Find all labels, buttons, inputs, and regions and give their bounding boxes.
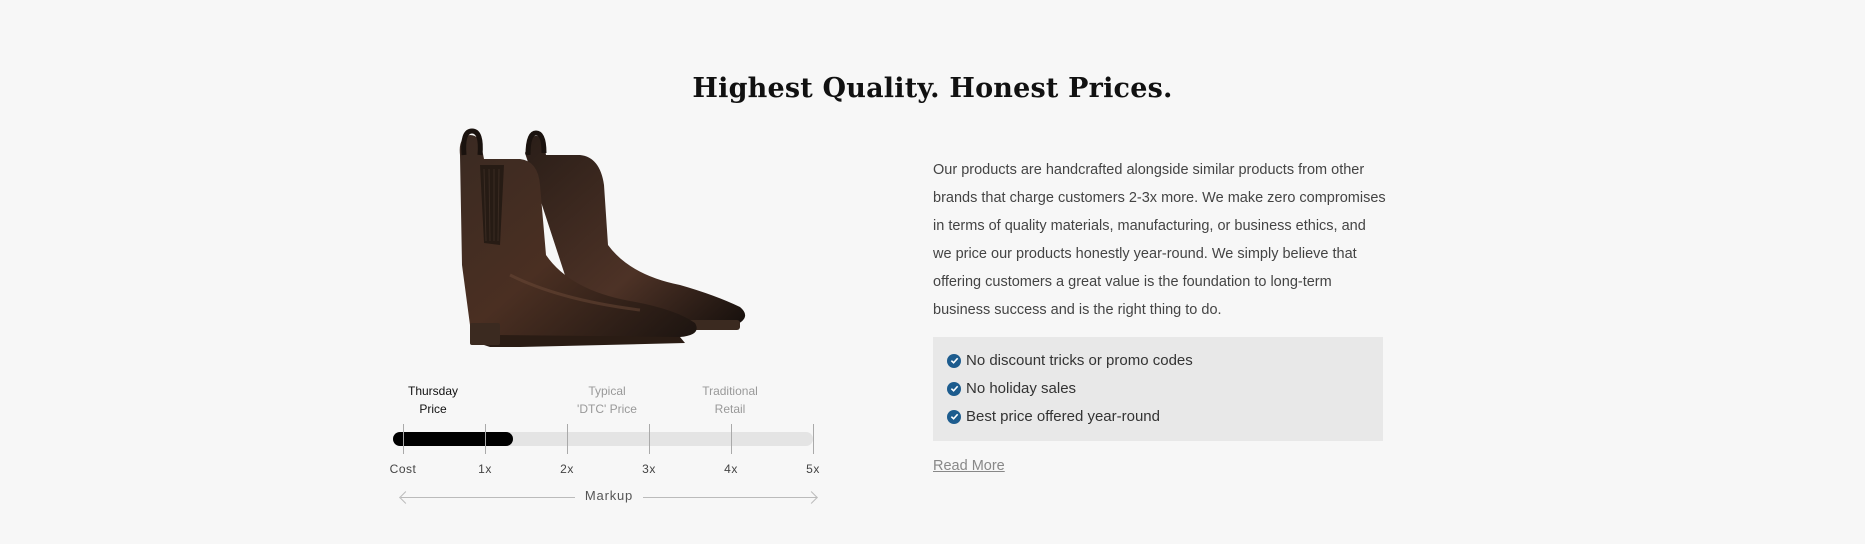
check-circle-icon xyxy=(947,353,961,368)
tick-label-3x: 3x xyxy=(642,462,656,476)
markup-fill xyxy=(393,432,513,446)
tick-label-1x: 1x xyxy=(478,462,492,476)
description-text: Our products are handcrafted alongside s… xyxy=(933,162,1386,318)
scale-label-line1: Thursday xyxy=(407,384,459,398)
markup-axis: Markup xyxy=(399,488,819,508)
markup-track xyxy=(393,432,813,446)
tick-1x xyxy=(485,424,486,454)
tick-label-cost: Cost xyxy=(389,462,417,476)
feature-item: No discount tricks or promo codes xyxy=(947,352,1193,369)
check-circle-icon xyxy=(947,409,961,424)
markup-label: Markup xyxy=(399,488,819,503)
scale-label-line2: Price xyxy=(419,402,447,416)
feature-item: Best price offered year-round xyxy=(947,408,1160,425)
section-title: Highest Quality. Honest Prices. xyxy=(692,73,1173,105)
feature-label: Best price offered year-round xyxy=(966,408,1160,425)
feature-label: No holiday sales xyxy=(966,380,1077,397)
feature-label: No discount tricks or promo codes xyxy=(966,352,1193,369)
read-more-link[interactable]: Read More xyxy=(933,458,1005,474)
tick-5x xyxy=(813,424,814,454)
features-panel: No discount tricks or promo codes No hol… xyxy=(933,337,1383,441)
chelsea-boot-icon xyxy=(459,128,746,347)
scale-label-thursday: Thursday Price xyxy=(378,382,488,418)
scale-label-line2: Retail xyxy=(714,402,746,416)
scale-label-line1: Typical xyxy=(588,384,626,398)
markup-scale: Thursday Price Typical 'DTC' Price Tradi… xyxy=(385,378,825,518)
markup-label-text: Markup xyxy=(574,488,644,503)
check-circle-icon xyxy=(947,381,961,396)
tick-label-2x: 2x xyxy=(560,462,574,476)
scale-label-line2: 'DTC' Price xyxy=(577,402,637,416)
tick-label-4x: 4x xyxy=(724,462,738,476)
tick-3x xyxy=(649,424,650,454)
tick-2x xyxy=(567,424,568,454)
product-image xyxy=(440,125,770,355)
scale-label-dtc: Typical 'DTC' Price xyxy=(552,382,662,418)
scale-label-retail: Traditional Retail xyxy=(675,382,785,418)
scale-label-line1: Traditional xyxy=(702,384,758,398)
tick-label-5x: 5x xyxy=(806,462,820,476)
tick-4x xyxy=(731,424,732,454)
feature-item: No holiday sales xyxy=(947,380,1076,397)
tick-cost xyxy=(403,424,404,454)
